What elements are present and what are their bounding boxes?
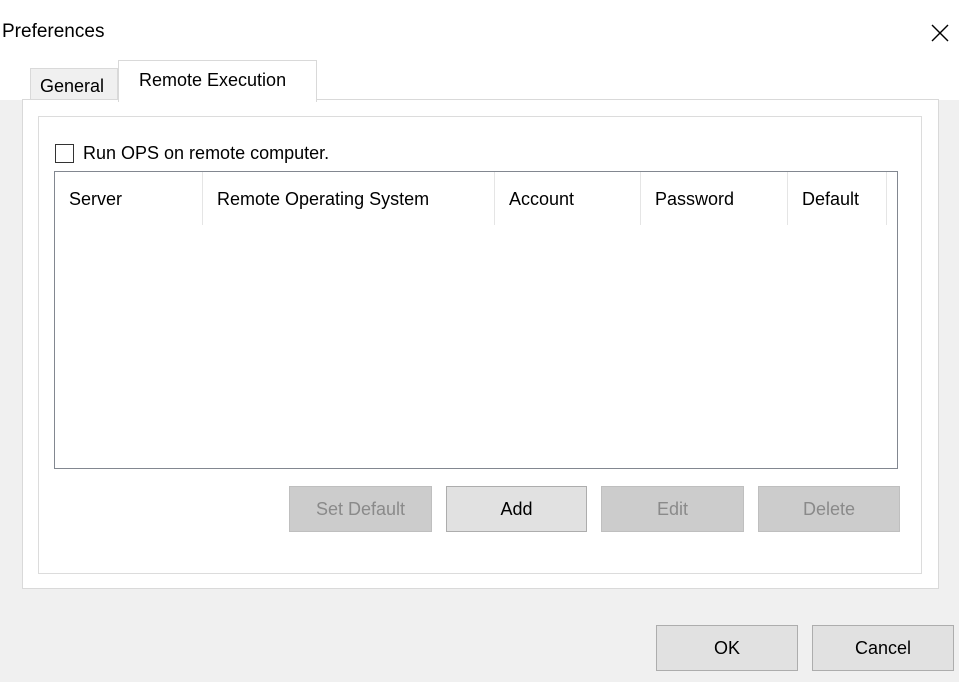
- delete-button-label: Delete: [802, 499, 856, 519]
- tab-general[interactable]: General: [30, 68, 118, 100]
- set-default-button[interactable]: Set Default: [289, 486, 432, 532]
- run-remote-checkbox-row[interactable]: Run OPS on remote computer.: [55, 140, 329, 166]
- close-button[interactable]: [921, 14, 959, 52]
- tab-remote-execution[interactable]: Remote Execution: [118, 60, 317, 102]
- add-button[interactable]: Add: [446, 486, 587, 532]
- set-default-button-label: Set Default: [315, 499, 406, 519]
- ok-button[interactable]: OK: [656, 625, 798, 671]
- column-header-server-label: Server: [69, 189, 123, 209]
- column-header-password[interactable]: Password: [641, 172, 788, 225]
- column-header-account-label: Account: [509, 189, 575, 209]
- delete-button[interactable]: Delete: [758, 486, 900, 532]
- column-header-remote-os-label: Remote Operating System: [217, 189, 430, 209]
- tab-remote-execution-label: Remote Execution: [139, 70, 287, 90]
- column-header-account[interactable]: Account: [495, 172, 641, 225]
- column-header-server[interactable]: Server: [55, 172, 203, 225]
- edit-button[interactable]: Edit: [601, 486, 744, 532]
- column-header-default-label: Default: [802, 189, 860, 209]
- run-remote-checkbox[interactable]: [55, 143, 74, 163]
- remote-servers-list[interactable]: Server Remote Operating System Account P…: [54, 171, 898, 469]
- column-header-remote-os[interactable]: Remote Operating System: [203, 172, 495, 225]
- title-bar: Preferences: [0, 0, 959, 60]
- ok-button-label: OK: [713, 638, 740, 658]
- column-header-password-label: Password: [655, 189, 735, 209]
- tab-general-label: General: [40, 76, 105, 96]
- cancel-button[interactable]: Cancel: [812, 625, 954, 671]
- list-header: Server Remote Operating System Account P…: [55, 172, 897, 225]
- cancel-button-label: Cancel: [854, 638, 912, 658]
- window-title: Preferences: [2, 21, 105, 42]
- column-header-default[interactable]: Default: [788, 172, 887, 225]
- edit-button-label: Edit: [656, 499, 689, 519]
- add-button-label: Add: [500, 499, 533, 519]
- close-icon: [931, 24, 949, 42]
- preferences-dialog: Preferences General Remote Execution Run…: [0, 0, 959, 682]
- run-remote-checkbox-label[interactable]: Run OPS on remote computer.: [83, 141, 329, 165]
